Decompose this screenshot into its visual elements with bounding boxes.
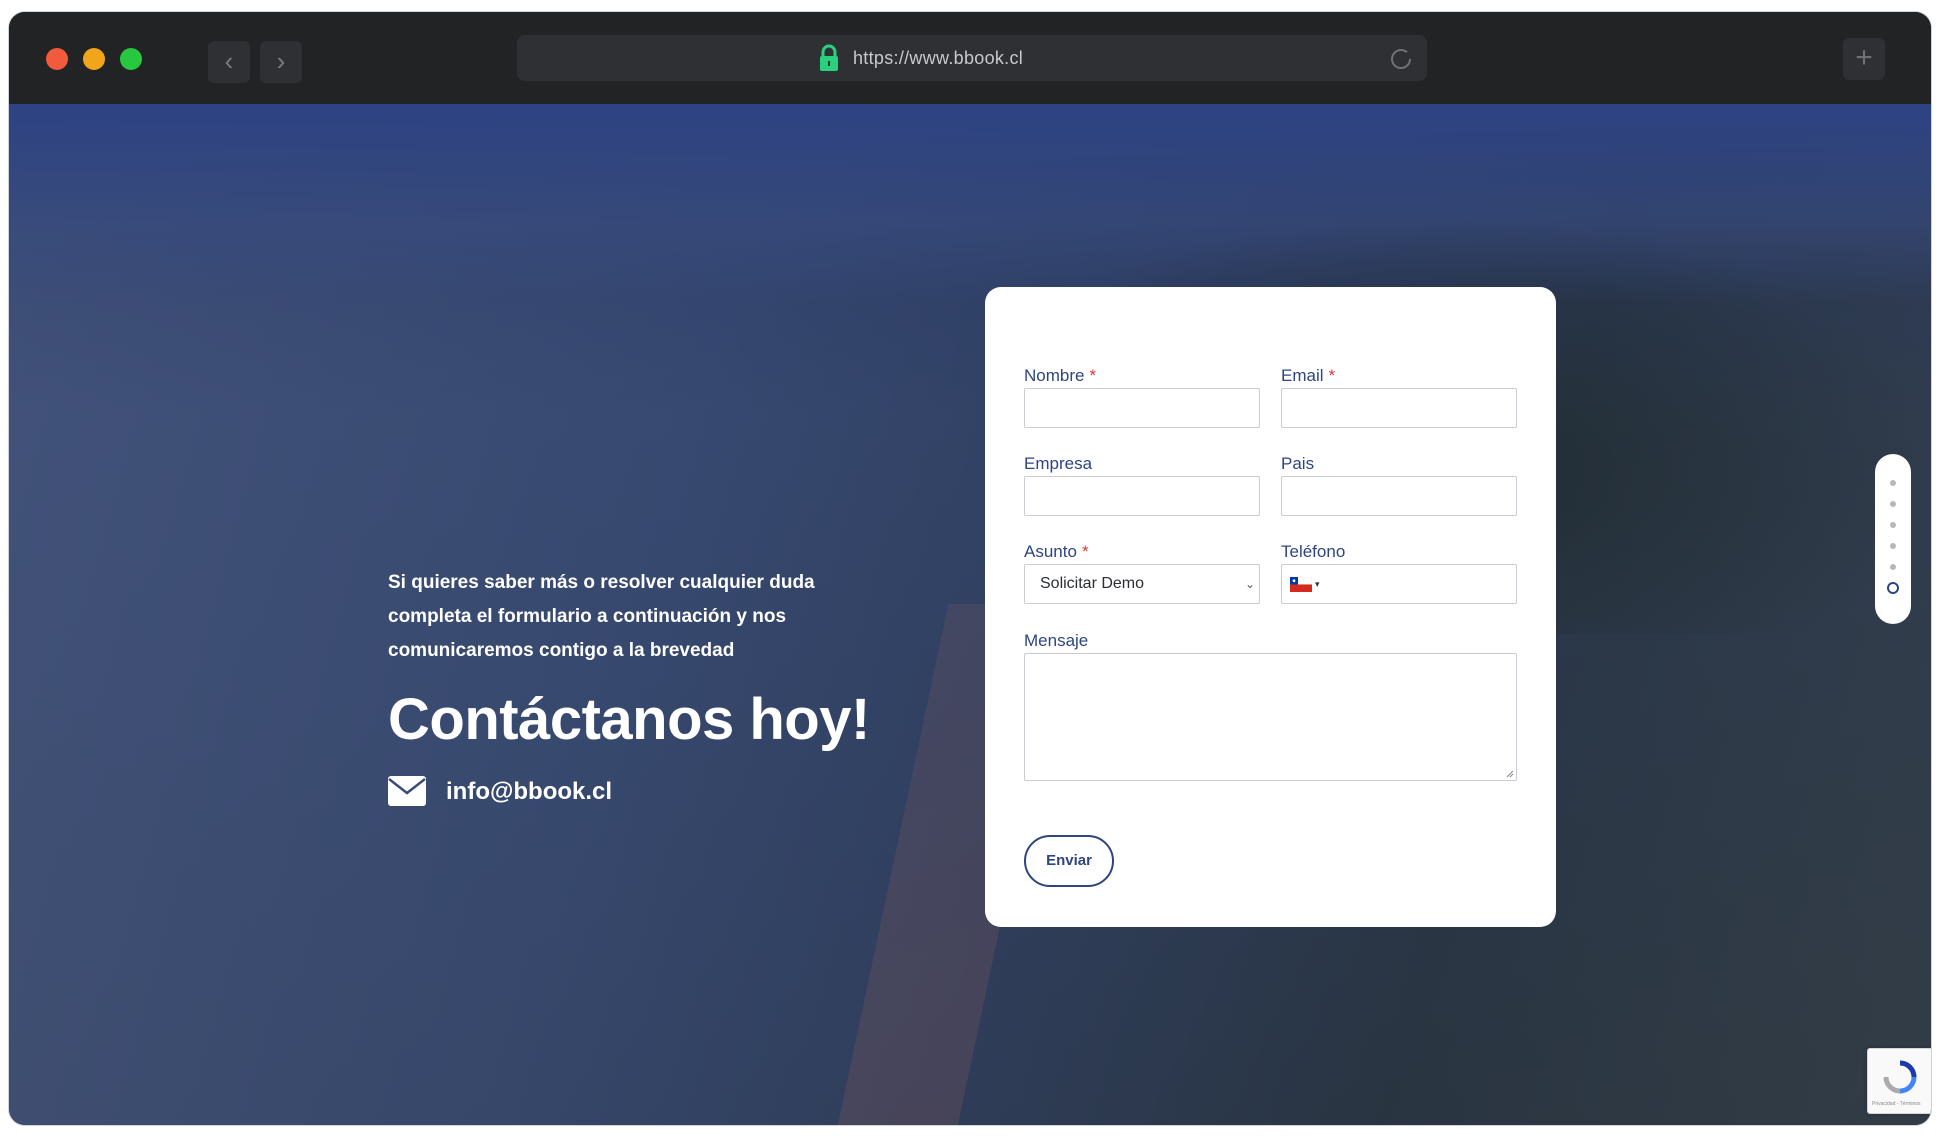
empresa-label: Empresa (1024, 454, 1092, 474)
browser-titlebar: ‹ › https://www.bbook.cl + (9, 12, 1931, 104)
contact-email-link[interactable]: info@bbook.cl (446, 772, 612, 812)
section-pager (1875, 454, 1911, 624)
pager-dot[interactable] (1890, 480, 1896, 486)
pager-dot[interactable] (1890, 564, 1896, 570)
address-bar[interactable]: https://www.bbook.cl (517, 35, 1427, 81)
mensaje-label-text: Mensaje (1024, 631, 1089, 650)
maximize-window-button[interactable] (120, 48, 142, 70)
telefono-label-text: Teléfono (1281, 542, 1346, 561)
forward-button[interactable]: › (260, 41, 302, 83)
email-input[interactable] (1281, 388, 1517, 428)
close-window-button[interactable] (46, 48, 68, 70)
reload-icon[interactable] (1387, 45, 1415, 73)
contact-hero-section: Si quieres saber más o resolver cualquie… (9, 104, 1931, 1125)
empresa-label-text: Empresa (1024, 454, 1093, 473)
required-marker: * (1328, 366, 1336, 385)
country-caret-icon[interactable]: ▾ (1315, 565, 1320, 603)
pais-input[interactable] (1281, 476, 1517, 516)
pais-label-text: Pais (1281, 454, 1315, 473)
new-tab-button[interactable]: + (1843, 38, 1885, 80)
asunto-select[interactable]: Solicitar Demo ⌄ (1024, 564, 1260, 604)
recaptcha-icon (1883, 1060, 1917, 1094)
pager-dot-active[interactable] (1887, 582, 1899, 594)
telefono-input[interactable]: ▾ (1281, 564, 1517, 604)
contact-intro-text: Si quieres saber más o resolver cualquie… (388, 572, 815, 661)
asunto-selected-value: Solicitar Demo (1040, 575, 1145, 592)
chevron-down-icon: ⌄ (1244, 577, 1255, 591)
url-text[interactable]: https://www.bbook.cl (853, 35, 1023, 81)
back-button[interactable]: ‹ (208, 41, 250, 83)
nombre-input[interactable] (1024, 388, 1260, 428)
empresa-input[interactable] (1024, 476, 1260, 516)
contact-form: Nombre * Email * Empresa Pais Asunto * Soli… (985, 287, 1556, 927)
telefono-label: Teléfono (1281, 542, 1345, 562)
browser-window: ‹ › https://www.bbook.cl + Si quieres sa… (9, 12, 1931, 1125)
minimize-window-button[interactable] (83, 48, 105, 70)
pager-dot[interactable] (1890, 543, 1896, 549)
mensaje-textarea[interactable] (1024, 653, 1517, 781)
envelope-icon (388, 776, 426, 806)
required-marker: * (1081, 542, 1089, 561)
asunto-label: Asunto * (1024, 542, 1089, 562)
recaptcha-badge[interactable]: Privacidad - Términos (1867, 1048, 1931, 1114)
pager-dot[interactable] (1890, 522, 1896, 528)
resize-grip-icon[interactable] (1506, 770, 1514, 778)
recaptcha-footer[interactable]: Privacidad - Términos (1872, 1101, 1921, 1107)
pais-label: Pais (1281, 454, 1314, 474)
chile-flag-icon[interactable] (1290, 577, 1312, 592)
nombre-label: Nombre * (1024, 366, 1096, 386)
lock-icon (820, 44, 838, 71)
mensaje-label: Mensaje (1024, 631, 1088, 651)
email-label-text: Email (1281, 366, 1324, 385)
contact-title: Contáctanos hoy! (388, 687, 870, 752)
nombre-label-text: Nombre (1024, 366, 1085, 385)
pager-dot[interactable] (1890, 501, 1896, 507)
asunto-label-text: Asunto (1024, 542, 1077, 561)
email-label: Email * (1281, 366, 1335, 386)
required-marker: * (1089, 366, 1097, 385)
submit-button[interactable]: Enviar (1024, 835, 1114, 887)
